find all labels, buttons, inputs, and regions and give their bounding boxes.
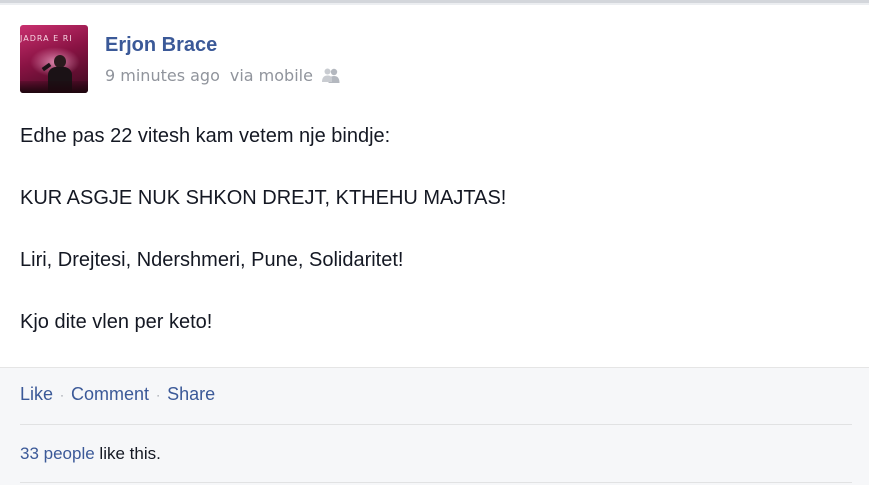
- like-link[interactable]: Like: [20, 384, 53, 405]
- avatar-crowd: [20, 81, 88, 93]
- friends-icon[interactable]: [321, 67, 341, 83]
- avatar[interactable]: JADRA E RI: [20, 25, 88, 93]
- likes-count-link[interactable]: 33 people: [20, 444, 95, 463]
- post-card: JADRA E RI Erjon Brace 9 minutes ago via…: [0, 0, 869, 485]
- post-meta: 9 minutes ago via mobile: [105, 64, 341, 86]
- post-footer: Like · Comment · Share 33 people like th…: [0, 367, 869, 485]
- footer-divider: [20, 424, 852, 425]
- post-body: Edhe pas 22 vitesh kam vetem nje bindje:…: [20, 124, 840, 372]
- footer-bottom-divider: [20, 482, 852, 483]
- top-border-shadow: [0, 3, 869, 5]
- action-separator: ·: [156, 387, 161, 402]
- post-paragraph: Edhe pas 22 vitesh kam vetem nje bindje:: [20, 125, 391, 147]
- post-paragraph: Kjo dite vlen per keto!: [20, 311, 213, 333]
- action-separator: ·: [60, 387, 65, 402]
- likes-suffix: like this.: [94, 444, 161, 463]
- post-paragraph: KUR ASGJE NUK SHKON DREJT, KTHEHU MAJTAS…: [20, 187, 507, 209]
- avatar-banner-text: JADRA E RI: [20, 34, 73, 43]
- post-paragraph: Liri, Drejtesi, Ndershmeri, Pune, Solida…: [20, 249, 404, 271]
- likes-summary: 33 people like this.: [20, 444, 161, 464]
- comment-link[interactable]: Comment: [71, 384, 149, 405]
- post-via: via mobile: [229, 65, 313, 85]
- share-link[interactable]: Share: [167, 384, 215, 405]
- post-timestamp[interactable]: 9 minutes ago: [105, 66, 220, 85]
- post-actions: Like · Comment · Share: [20, 384, 215, 405]
- author-name-link[interactable]: Erjon Brace: [105, 34, 217, 57]
